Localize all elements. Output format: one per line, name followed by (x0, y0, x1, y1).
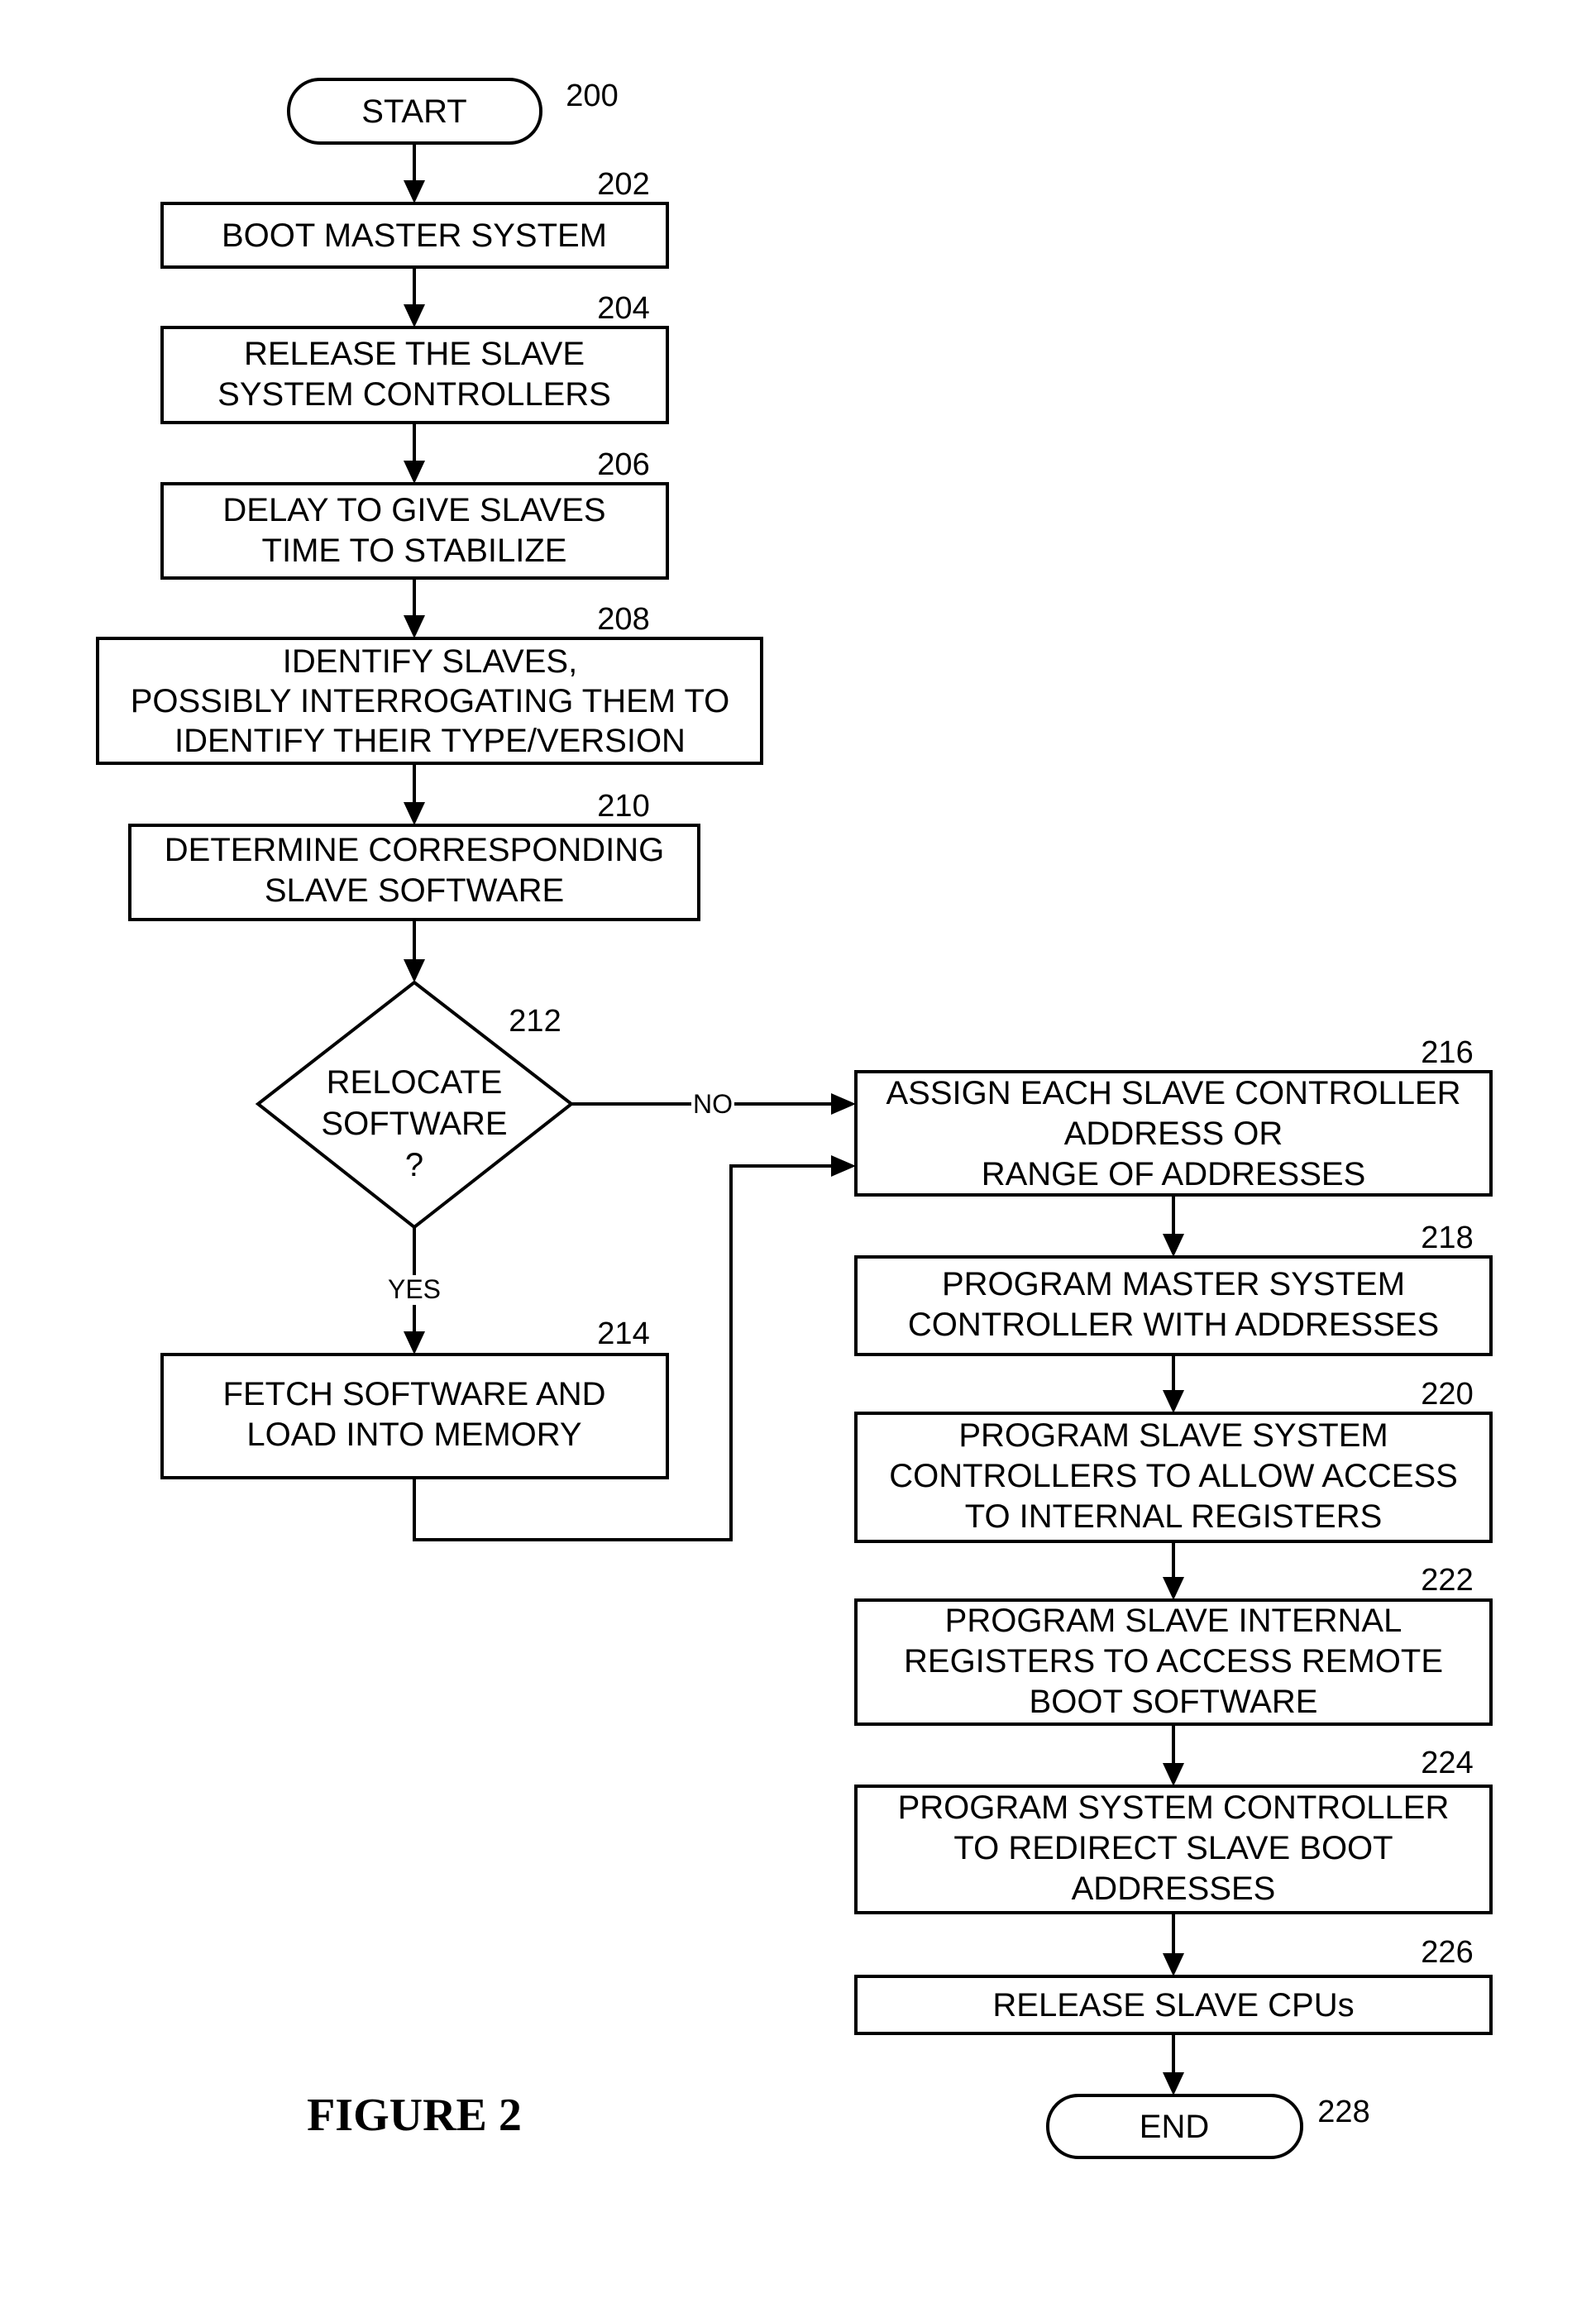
reference-number: 216 (1421, 1035, 1473, 1070)
node-label: ? (405, 1147, 423, 1183)
arrowhead (404, 461, 425, 484)
reference-number: 214 (597, 1316, 649, 1351)
reference-number: 210 (597, 789, 649, 824)
figure-caption: FIGURE 2 (307, 2090, 522, 2141)
reference-number: 226 (1421, 1935, 1473, 1970)
node-label: START (361, 93, 466, 130)
arrowhead (404, 1331, 425, 1355)
reference-number: 200 (566, 79, 618, 113)
node-label: RELOCATE (327, 1064, 503, 1101)
reference-number: 218 (1421, 1221, 1473, 1255)
arrowhead (404, 304, 425, 327)
node-label: BOOT MASTER SYSTEM (222, 217, 607, 254)
arrowhead (831, 1155, 856, 1177)
node-label: REGISTERS TO ACCESS REMOTE (904, 1643, 1443, 1679)
reference-number: 204 (597, 291, 649, 326)
arrowhead (1163, 1234, 1184, 1257)
arrowhead (404, 180, 425, 203)
arrowhead (1163, 2072, 1184, 2095)
arrowhead (1163, 1390, 1184, 1413)
node-label: DELAY TO GIVE SLAVES (222, 492, 605, 528)
reference-number: 208 (597, 602, 649, 637)
node-212-decision: RELOCATE SOFTWARE ? 212 (255, 980, 575, 1230)
node-216: ASSIGN EACH SLAVE CONTROLLER ADDRESS OR … (854, 1035, 1493, 1197)
node-label: PROGRAM SYSTEM CONTROLLER (898, 1789, 1450, 1826)
edge-label-no: NO (693, 1089, 733, 1119)
arrowhead (831, 1093, 856, 1115)
node-label: SOFTWARE (321, 1106, 507, 1142)
node-label: TIME TO STABILIZE (262, 533, 567, 569)
arrowhead (404, 802, 425, 825)
arrowhead (404, 615, 425, 638)
flowchart: START 200 BOOT MASTER SYSTEM 202 RELEASE… (96, 78, 1493, 2159)
node-label: RELEASE THE SLAVE (244, 336, 585, 372)
node-label: SYSTEM CONTROLLERS (217, 376, 611, 413)
reference-number: 202 (597, 167, 649, 202)
node-label: PROGRAM MASTER SYSTEM (942, 1266, 1405, 1302)
node-label: PROGRAM SLAVE SYSTEM (958, 1417, 1388, 1454)
reference-number: 212 (509, 1004, 561, 1039)
node-228-end: END 228 (1046, 2094, 1370, 2159)
node-label: FETCH SOFTWARE AND (223, 1376, 606, 1412)
node-label: CONTROLLERS TO ALLOW ACCESS (889, 1458, 1458, 1494)
node-label: ADDRESS OR (1064, 1116, 1283, 1152)
arrowhead (404, 959, 425, 982)
node-label: DETERMINE CORRESPONDING (165, 832, 665, 868)
node-label: TO INTERNAL REGISTERS (965, 1498, 1383, 1535)
reference-number: 206 (597, 447, 649, 482)
reference-number: 228 (1317, 2095, 1369, 2129)
node-label: PROGRAM SLAVE INTERNAL (945, 1603, 1402, 1639)
node-label: ADDRESSES (1072, 1871, 1276, 1907)
node-label: POSSIBLY INTERROGATING THEM TO (131, 683, 730, 719)
node-200-start: START 200 (287, 78, 619, 145)
node-label: IDENTIFY SLAVES, (283, 643, 577, 680)
node-label: CONTROLLER WITH ADDRESSES (908, 1307, 1439, 1343)
edge-label-yes: YES (388, 1274, 441, 1304)
arrowhead (1163, 1953, 1184, 1976)
node-label: END (1140, 2109, 1209, 2145)
arrowhead (1163, 1577, 1184, 1600)
node-label: SLAVE SOFTWARE (265, 872, 564, 909)
node-208: IDENTIFY SLAVES, POSSIBLY INTERROGATING … (96, 602, 763, 765)
node-label: LOAD INTO MEMORY (246, 1417, 581, 1453)
reference-number: 222 (1421, 1563, 1473, 1598)
reference-number: 224 (1421, 1746, 1473, 1780)
reference-number: 220 (1421, 1377, 1473, 1412)
arrowhead (1163, 1763, 1184, 1786)
node-label: RELEASE SLAVE CPUs (992, 1987, 1354, 2023)
node-label: RANGE OF ADDRESSES (982, 1156, 1366, 1192)
node-label: TO REDIRECT SLAVE BOOT (953, 1830, 1393, 1866)
node-label: BOOT SOFTWARE (1030, 1684, 1318, 1720)
node-label: IDENTIFY THEIR TYPE/VERSION (174, 723, 686, 759)
node-label: ASSIGN EACH SLAVE CONTROLLER (886, 1075, 1461, 1111)
